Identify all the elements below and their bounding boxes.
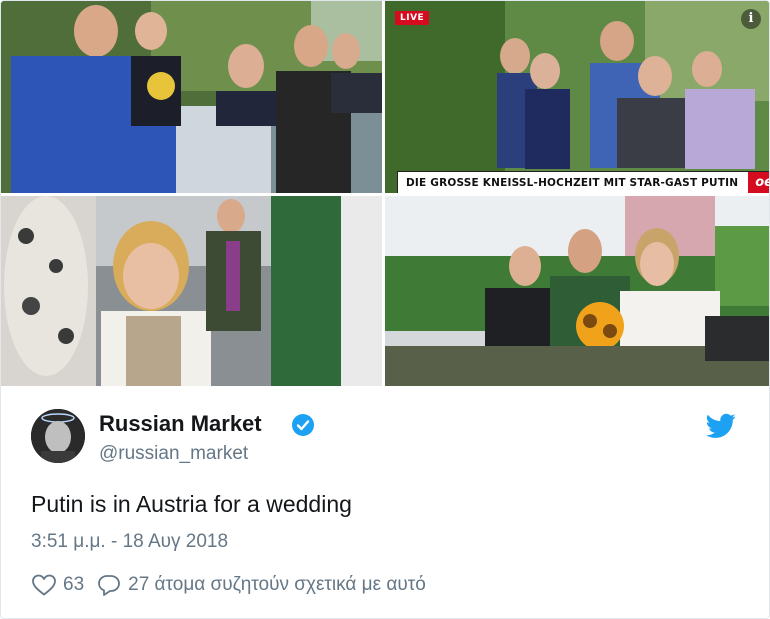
display-name[interactable]: Russian Market — [99, 411, 262, 437]
avatar-image — [31, 409, 85, 463]
tweet-timestamp[interactable]: 3:51 μ.μ. - 18 Αυγ 2018 — [31, 531, 228, 553]
like-count: 63 — [63, 574, 85, 595]
photo-wedding-greeting[interactable] — [1, 1, 382, 193]
avatar[interactable] — [31, 409, 85, 463]
photo-couple-in-car[interactable] — [385, 196, 769, 386]
channel-logo: oe24.TV — [748, 172, 769, 193]
verified-badge-icon — [292, 414, 314, 436]
like-button[interactable]: 63 — [31, 573, 84, 597]
tweet-card: LIVE i DIE GROSSE KNEISSL-HOCHZEIT MIT S… — [0, 0, 770, 619]
photo-4-image — [385, 196, 769, 386]
tweet-actions: 63 27 άτομα συζητούν σχετικά με αυτό — [31, 571, 444, 599]
heart-icon — [32, 574, 56, 596]
news-lower-third: DIE GROSSE KNEISSL-HOCHZEIT MIT STAR-GAS… — [397, 171, 769, 193]
photo-1-image — [1, 1, 382, 193]
photo-2-image — [385, 1, 769, 193]
speech-bubble-icon — [98, 575, 121, 596]
reply-summary: 27 άτομα συζητούν σχετικά με αυτό — [128, 574, 426, 595]
info-icon[interactable]: i — [741, 9, 761, 29]
photo-bride-with-horse[interactable] — [1, 196, 382, 386]
twitter-bird-icon[interactable] — [706, 413, 736, 439]
news-banner-text: DIE GROSSE KNEISSL-HOCHZEIT MIT STAR-GAS… — [406, 177, 739, 189]
media-grid: LIVE i DIE GROSSE KNEISSL-HOCHZEIT MIT S… — [1, 1, 769, 386]
photo-tv-broadcast[interactable]: LIVE i DIE GROSSE KNEISSL-HOCHZEIT MIT S… — [385, 1, 769, 193]
photo-3-image — [1, 196, 382, 386]
user-handle[interactable]: @russian_market — [99, 443, 248, 465]
reply-button[interactable]: 27 άτομα συζητούν σχετικά με αυτό — [96, 573, 426, 597]
live-badge: LIVE — [395, 11, 430, 25]
tweet-text: Putin is in Austria for a wedding — [31, 491, 352, 517]
